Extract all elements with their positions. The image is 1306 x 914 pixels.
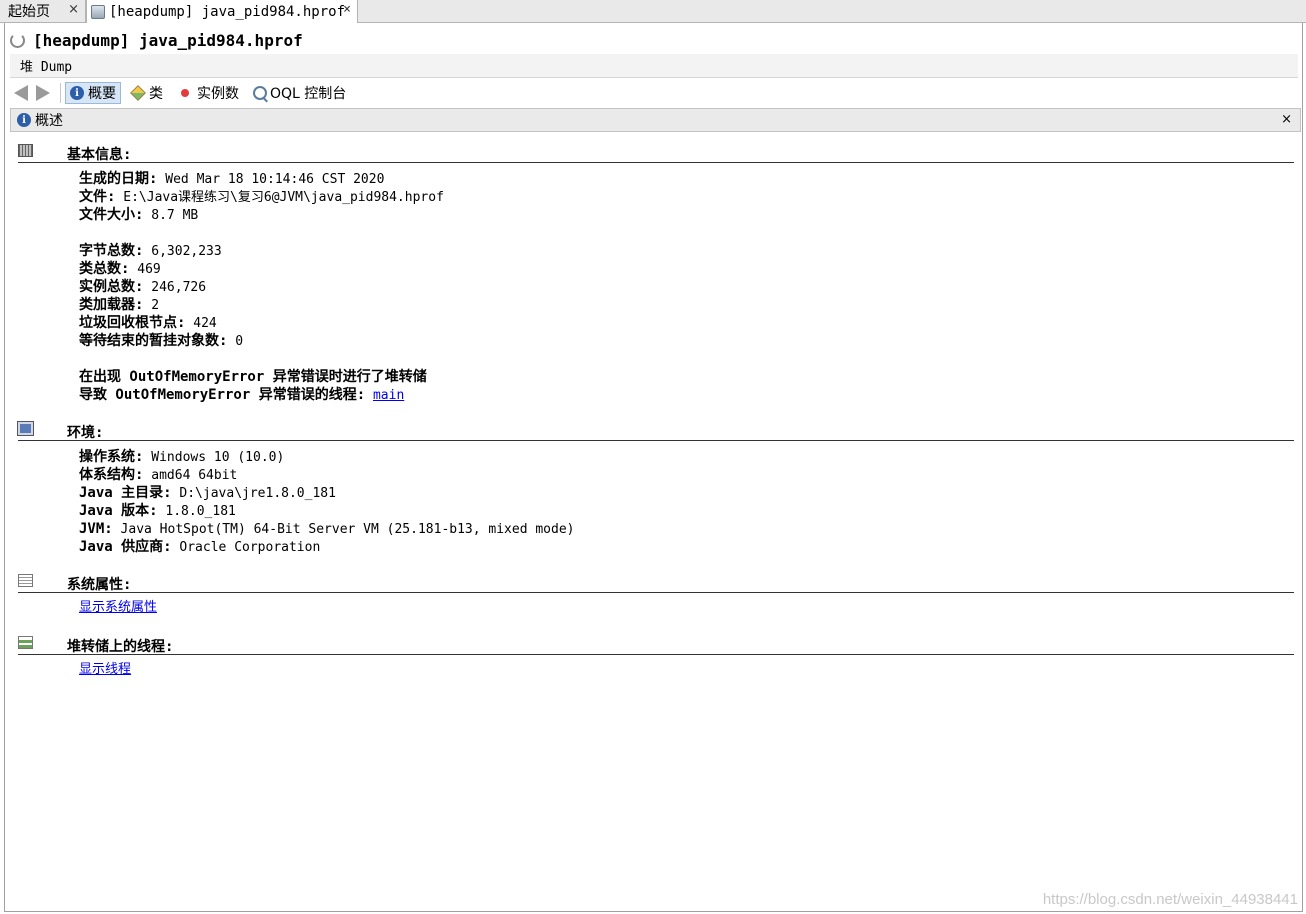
oql-icon (253, 86, 267, 100)
summary-label: 概要 (88, 86, 116, 102)
value: amd64 64bit (151, 468, 238, 483)
section-title: 基本信息: (67, 147, 132, 163)
tab-label: [heapdump] java_pid984.hprof (109, 3, 346, 20)
label: 字节总数: (79, 243, 144, 259)
info-date: 生成的日期: Wed Mar 18 10:14:46 CST 2020 (79, 170, 384, 188)
document-title: [heapdump] java_pid984.hprof (10, 27, 303, 53)
label: 类总数: (79, 261, 130, 277)
env-jvm: JVM: Java HotSpot(TM) 64-Bit Server VM (… (79, 520, 575, 538)
info-icon: i (17, 113, 31, 127)
tab-start-page[interactable]: 起始页 × (0, 0, 86, 22)
value: D:\java\jre1.8.0_181 (179, 486, 336, 501)
close-icon[interactable]: × (1281, 112, 1292, 127)
info-file: 文件: E:\Java课程练习\复习6@JVM\java_pid984.hpro… (79, 188, 444, 206)
show-system-properties-link[interactable]: 显示系统属性 (79, 600, 157, 615)
info-size: 文件大小: 8.7 MB (79, 206, 198, 224)
show-system-properties: 显示系统属性 (79, 599, 157, 617)
heapdump-icon (91, 4, 105, 19)
heap-dump-label[interactable]: 堆 Dump (20, 56, 72, 75)
value: Java HotSpot(TM) 64-Bit Server VM (25.18… (120, 522, 575, 537)
info-instances: 实例总数: 246,726 (79, 278, 206, 296)
watermark-text: https://blog.csdn.net/weixin_44938441 (1042, 891, 1298, 908)
section-environment: 环境: (17, 420, 1294, 441)
info-gc-roots: 垃圾回收根节点: 424 (79, 314, 217, 332)
label: 体系结构: (79, 467, 144, 483)
instance-icon (181, 89, 189, 97)
label: 生成的日期: (79, 171, 158, 187)
value: Windows 10 (10.0) (151, 450, 285, 465)
label: 文件: (79, 189, 116, 205)
label: Java 版本: (79, 503, 158, 519)
value: 1.8.0_181 (165, 504, 236, 519)
classes-button[interactable]: 类 (127, 82, 167, 104)
value: 469 (137, 262, 161, 277)
label: 导致 OutOfMemoryError 异常错误的线程: (79, 387, 366, 403)
editor-tabstrip: 起始页 × [heapdump] java_pid984.hprof × (0, 0, 1306, 23)
close-icon[interactable]: × (343, 2, 351, 17)
page-title: [heapdump] java_pid984.hprof (33, 30, 303, 50)
monitor-icon (17, 421, 34, 436)
label: 等待结束的暂挂对象数: (79, 333, 228, 349)
info-pending-finalization: 等待结束的暂挂对象数: 0 (79, 332, 243, 350)
panel-title: 概述 (35, 113, 63, 129)
tab-heapdump[interactable]: [heapdump] java_pid984.hprof × (86, 0, 358, 23)
instances-button[interactable]: 实例数 (173, 82, 243, 104)
show-threads: 显示线程 (79, 661, 131, 679)
info-oom-thread: 导致 OutOfMemoryError 异常错误的线程: main (79, 386, 404, 404)
document-icon (18, 574, 33, 587)
env-java-vendor: Java 供应商: Oracle Corporation (79, 538, 320, 556)
env-java-home: Java 主目录: D:\java\jre1.8.0_181 (79, 484, 336, 502)
chip-icon (18, 144, 33, 157)
label: Java 主目录: (79, 485, 172, 501)
env-os: 操作系统: Windows 10 (10.0) (79, 448, 284, 466)
close-icon[interactable]: × (68, 2, 79, 17)
section-title: 堆转储上的线程: (67, 639, 174, 655)
list-icon (18, 636, 33, 649)
classes-label: 类 (149, 86, 163, 102)
label: 实例总数: (79, 279, 144, 295)
show-threads-link[interactable]: 显示线程 (79, 662, 131, 677)
value: 8.7 MB (151, 208, 199, 223)
label: 垃圾回收根节点: (79, 315, 186, 331)
tab-label: 起始页 (8, 4, 50, 20)
overview-panel-header: i 概述 × (10, 108, 1301, 132)
value: 6,302,233 (151, 244, 222, 259)
info-classes: 类总数: 469 (79, 260, 161, 278)
oql-console-button[interactable]: OQL 控制台 (249, 82, 350, 104)
label: 类加载器: (79, 297, 144, 313)
env-arch: 体系结构: amd64 64bit (79, 466, 237, 484)
value: 424 (193, 316, 217, 331)
view-subbar: 堆 Dump (10, 54, 1298, 78)
info-classloaders: 类加载器: 2 (79, 296, 159, 314)
value: 0 (235, 334, 244, 349)
view-toolbar: i 概要 类 实例数 OQL 控制台 (10, 80, 1298, 106)
instances-label: 实例数 (197, 86, 239, 102)
value: E:\Java课程练习\复习6@JVM\java_pid984.hprof (123, 190, 444, 205)
section-title: 环境: (67, 425, 104, 441)
summary-button[interactable]: i 概要 (65, 82, 121, 104)
forward-arrow-icon[interactable] (36, 85, 50, 101)
loading-spinner-icon (10, 32, 25, 48)
label: JVM: (79, 521, 113, 537)
label: Java 供应商: (79, 539, 172, 555)
class-icon (130, 85, 146, 101)
info-oom-dump: 在出现 OutOfMemoryError 异常错误时进行了堆转储 (79, 369, 427, 385)
section-title: 系统属性: (67, 577, 132, 593)
section-threads: 堆转储上的线程: (18, 634, 1294, 655)
env-java-version: Java 版本: 1.8.0_181 (79, 502, 236, 520)
label: 文件大小: (79, 207, 144, 223)
value: Wed Mar 18 10:14:46 CST 2020 (165, 172, 385, 187)
info-icon: i (70, 86, 84, 100)
section-basic-info: 基本信息: (18, 142, 1294, 163)
oom-thread-link[interactable]: main (373, 388, 404, 403)
section-system-properties: 系统属性: (18, 572, 1294, 593)
value: Oracle Corporation (179, 540, 321, 555)
info-bytes: 字节总数: 6,302,233 (79, 242, 222, 260)
toolbar-separator (60, 83, 61, 103)
oql-label: OQL 控制台 (270, 86, 347, 102)
back-arrow-icon[interactable] (14, 85, 28, 101)
value: 2 (151, 298, 160, 313)
value: 246,726 (151, 280, 207, 295)
label: 操作系统: (79, 449, 144, 465)
